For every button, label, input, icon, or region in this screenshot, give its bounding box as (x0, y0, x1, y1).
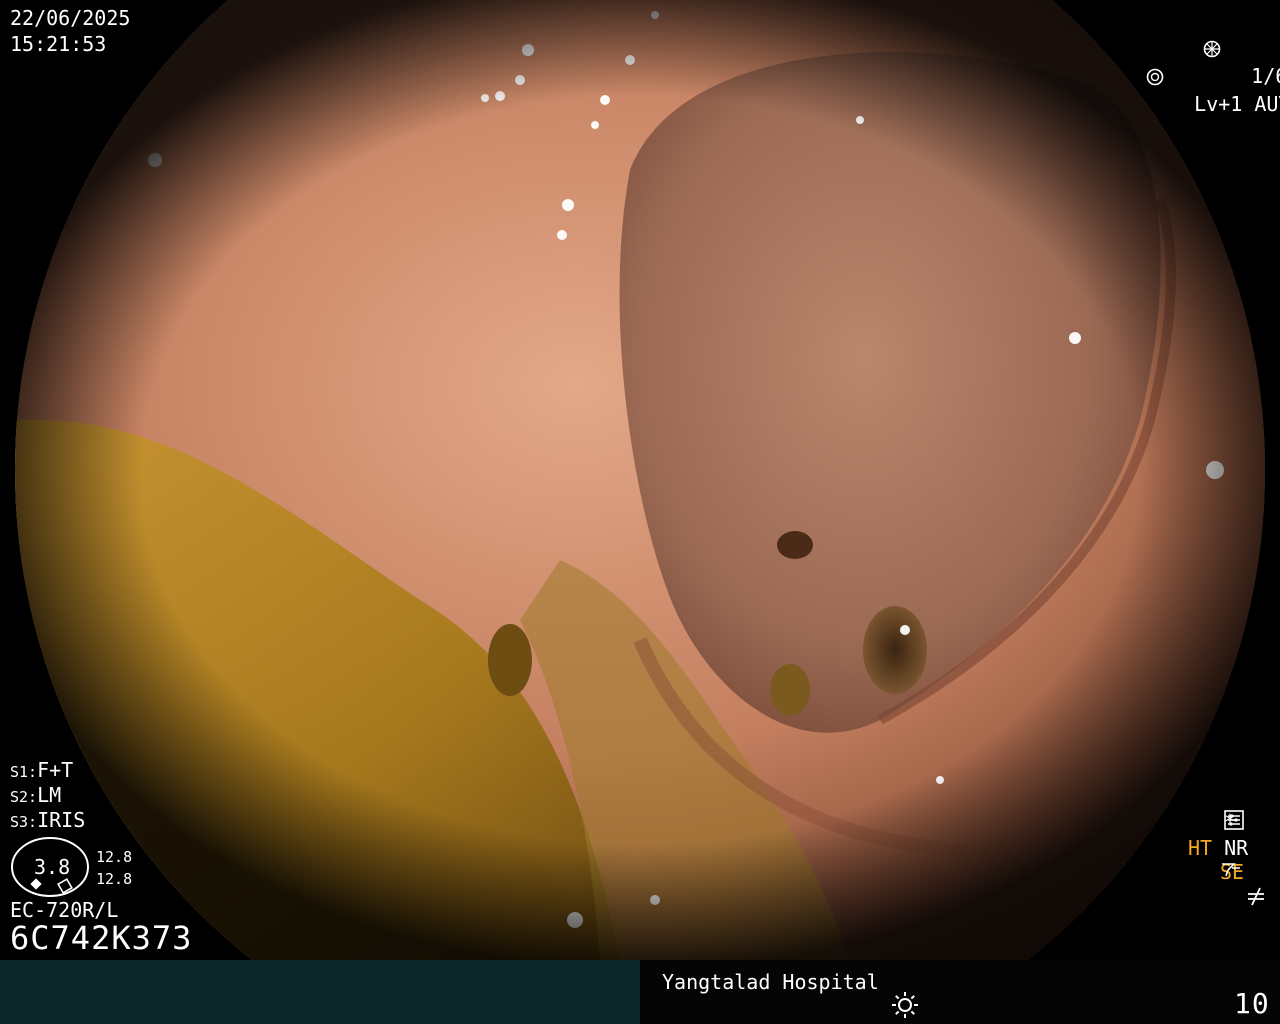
ht-label: HT (1188, 836, 1213, 860)
setting-s2-key: S2: (10, 788, 38, 806)
setting-s2: S2:LM (10, 783, 61, 807)
setting-s3-value: IRIS (37, 808, 86, 832)
setting-s3: S3:IRIS (10, 808, 85, 832)
image-counter: 10 (1234, 987, 1270, 1020)
hospital-name: Yangtalad Hospital (662, 970, 879, 994)
not-equal-icon (1248, 887, 1264, 906)
setting-s3-key: S3: (10, 813, 38, 831)
time-label: 15:21:53 (10, 32, 107, 56)
asterisk-indicator: * (1224, 810, 1244, 834)
setting-s1-value: F+T (37, 758, 74, 782)
setting-s2-value: LM (37, 783, 62, 807)
level-value: Lv+1 (1194, 92, 1243, 116)
aperture-icon (1203, 40, 1221, 58)
setting-s1: S1:F+T (10, 758, 73, 782)
gauge-value: 3.8 (34, 855, 71, 879)
gauge-bottom-value: 12.8 (96, 870, 133, 888)
date-label: 22/06/2025 (10, 6, 131, 30)
ht-nr-indicator: HT NR (1188, 836, 1248, 860)
brightness-icon (892, 992, 918, 1018)
gauge-top-value: 12.8 (96, 848, 133, 866)
structure-enhance-icon (1222, 863, 1240, 877)
iris-icon (1146, 68, 1164, 86)
scope-serial: 6C742K373 (10, 919, 193, 957)
level-iris-readout: Lv+1 AUTO (1146, 68, 1280, 140)
iris-mode-value: AUTO (1254, 92, 1280, 116)
endoscopy-scene (15, 0, 1265, 960)
se-indicator: SE (1220, 860, 1244, 884)
footer-left-bar (0, 960, 640, 1024)
endoscope-image: 22/06/2025 15:21:53 1/60 Lv+1 AUTO S1:F+… (0, 0, 1280, 960)
menu-list-icon (1224, 810, 1244, 830)
nr-label: NR (1224, 836, 1249, 860)
footer-right-bar: Yangtalad Hospital 10 (640, 960, 1280, 1024)
setting-s1-key: S1: (10, 763, 38, 781)
